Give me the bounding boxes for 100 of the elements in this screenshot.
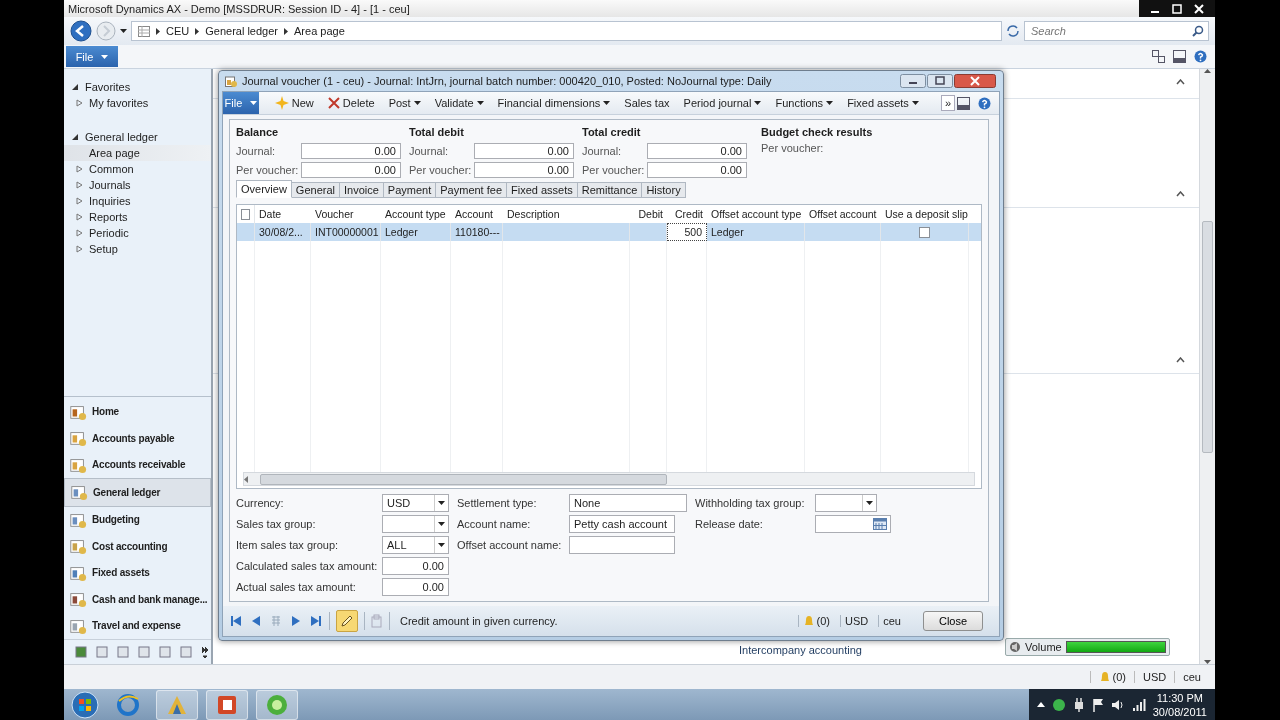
column-header[interactable]: Description (503, 208, 630, 220)
tree-item[interactable]: Setup (64, 241, 211, 257)
column-header[interactable]: Offset account (805, 208, 881, 220)
combo-box[interactable]: USD (382, 494, 449, 512)
file-menu-button[interactable]: File (66, 46, 118, 67)
first-record-icon[interactable] (229, 615, 243, 627)
menu-button[interactable]: Financial dimensions (491, 93, 617, 113)
show-hidden-icon[interactable] (1036, 702, 1045, 707)
amount-field[interactable]: 0.00 (301, 162, 401, 178)
minimize-icon[interactable] (900, 74, 926, 88)
module-button[interactable]: Accounts payable (64, 425, 211, 452)
tree-item[interactable]: Journals (64, 177, 211, 193)
module-button[interactable]: Travel and expense (64, 612, 211, 639)
tree-item[interactable]: Reports (64, 209, 211, 225)
calendar-icon[interactable] (873, 518, 887, 530)
module-shortcut-icon[interactable] (180, 646, 192, 658)
module-button[interactable]: Home (64, 398, 211, 425)
restore-icon[interactable] (1169, 2, 1185, 15)
tab[interactable]: Fixed assets (507, 182, 578, 198)
column-header[interactable]: Credit (667, 208, 707, 220)
tab[interactable]: Invoice (340, 182, 384, 198)
layout-icon[interactable] (957, 96, 970, 110)
clock-date[interactable]: 30/08/2011 (1152, 704, 1207, 719)
help-icon[interactable] (978, 96, 991, 110)
menu-button[interactable]: Period journal (677, 93, 768, 113)
amount-field[interactable]: 0.00 (647, 143, 747, 159)
last-record-icon[interactable] (309, 615, 323, 627)
amount-field[interactable]: 0.00 (301, 143, 401, 159)
windows-icon[interactable] (1152, 50, 1165, 63)
breadcrumb-item[interactable]: General ledger (205, 25, 278, 37)
module-button[interactable]: Budgeting (64, 506, 211, 533)
menu-button[interactable]: Fixed assets (841, 93, 925, 113)
column-header[interactable]: Debit (630, 208, 667, 220)
module-shortcut-icon[interactable] (96, 646, 108, 658)
address-bar[interactable]: CEU General ledger Area page (131, 21, 1002, 41)
help-icon[interactable] (1194, 50, 1207, 63)
text-field[interactable] (569, 536, 675, 554)
clock-time[interactable]: 11:30 PM (1156, 690, 1203, 705)
maximize-icon[interactable] (927, 74, 953, 88)
scroll-thumb[interactable] (1202, 220, 1213, 453)
menu-button[interactable]: Functions (769, 93, 840, 113)
breadcrumb-item[interactable]: Area page (294, 25, 345, 37)
breadcrumb-item[interactable]: CEU (166, 25, 190, 37)
search-input[interactable]: Search (1029, 24, 1192, 38)
combo-box[interactable]: ALL (382, 536, 449, 554)
amount-field[interactable]: 0.00 (474, 143, 574, 159)
menu-button[interactable]: Validate (428, 93, 490, 113)
collapse-icon[interactable] (1176, 357, 1185, 363)
toolbar-button[interactable]: Sales tax (618, 93, 676, 113)
layout-icon[interactable] (1173, 50, 1186, 63)
search-field[interactable]: Search (1024, 21, 1209, 41)
module-button[interactable]: Accounts receivable (64, 451, 211, 478)
module-button[interactable]: Fixed assets (64, 559, 211, 586)
tree-item[interactable]: Area page (64, 145, 211, 161)
tree-group[interactable]: Favorites (64, 79, 211, 95)
more-icon[interactable] (201, 646, 209, 658)
column-header[interactable]: Account type (381, 208, 451, 220)
amount-field[interactable]: 0.00 (382, 557, 449, 575)
combo-box[interactable] (382, 515, 449, 533)
column-header[interactable]: Voucher (311, 208, 381, 220)
edit-mode-button[interactable] (336, 610, 358, 632)
alerts-count[interactable]: (0) (816, 615, 830, 627)
tab[interactable]: Overview (236, 180, 292, 198)
new-button[interactable]: New (268, 93, 320, 113)
close-icon[interactable] (954, 74, 996, 88)
search-icon[interactable] (1192, 25, 1204, 37)
amount-field[interactable]: 0.00 (647, 162, 747, 178)
tree-item[interactable]: My favorites (64, 95, 211, 111)
column-header[interactable]: Date (255, 208, 311, 220)
flag-icon[interactable] (1091, 697, 1104, 712)
close-button[interactable]: Close (923, 611, 983, 631)
circle-app-icon[interactable] (265, 692, 289, 717)
text-field[interactable]: Petty cash account (569, 515, 675, 533)
date-field[interactable] (815, 515, 891, 533)
close-icon[interactable] (1191, 2, 1207, 15)
amount-field[interactable]: 0.00 (382, 578, 449, 596)
plug-icon[interactable] (1072, 697, 1085, 712)
module-button[interactable]: General ledger (64, 478, 211, 507)
scroll-thumb[interactable] (260, 473, 667, 485)
signal-icon[interactable] (1131, 698, 1146, 711)
tree-item[interactable]: Periodic (64, 225, 211, 241)
amount-field[interactable]: 0.00 (474, 162, 574, 178)
module-shortcut-icon[interactable] (75, 646, 87, 658)
tab[interactable]: Payment (383, 182, 437, 198)
browser-icon[interactable] (116, 692, 140, 717)
text-field[interactable]: None (569, 494, 687, 512)
start-icon[interactable] (70, 689, 100, 720)
expanded-arrow-icon[interactable] (72, 83, 79, 91)
scroll-left-icon[interactable] (244, 475, 248, 483)
area-link[interactable]: Intercompany accounting (739, 644, 862, 656)
tab[interactable]: History (642, 182, 686, 198)
module-button[interactable]: Cash and bank manage... (64, 586, 211, 613)
expanded-arrow-icon[interactable] (72, 133, 79, 141)
select-all-checkbox[interactable] (241, 208, 250, 220)
row-checkbox[interactable] (919, 226, 930, 238)
column-header[interactable]: Offset account type (707, 208, 805, 220)
tab[interactable]: Payment fee (436, 182, 508, 198)
module-shortcut-icon[interactable] (159, 646, 171, 658)
module-button[interactable]: Cost accounting (64, 533, 211, 560)
alerts-count[interactable]: (0) (1112, 671, 1126, 683)
